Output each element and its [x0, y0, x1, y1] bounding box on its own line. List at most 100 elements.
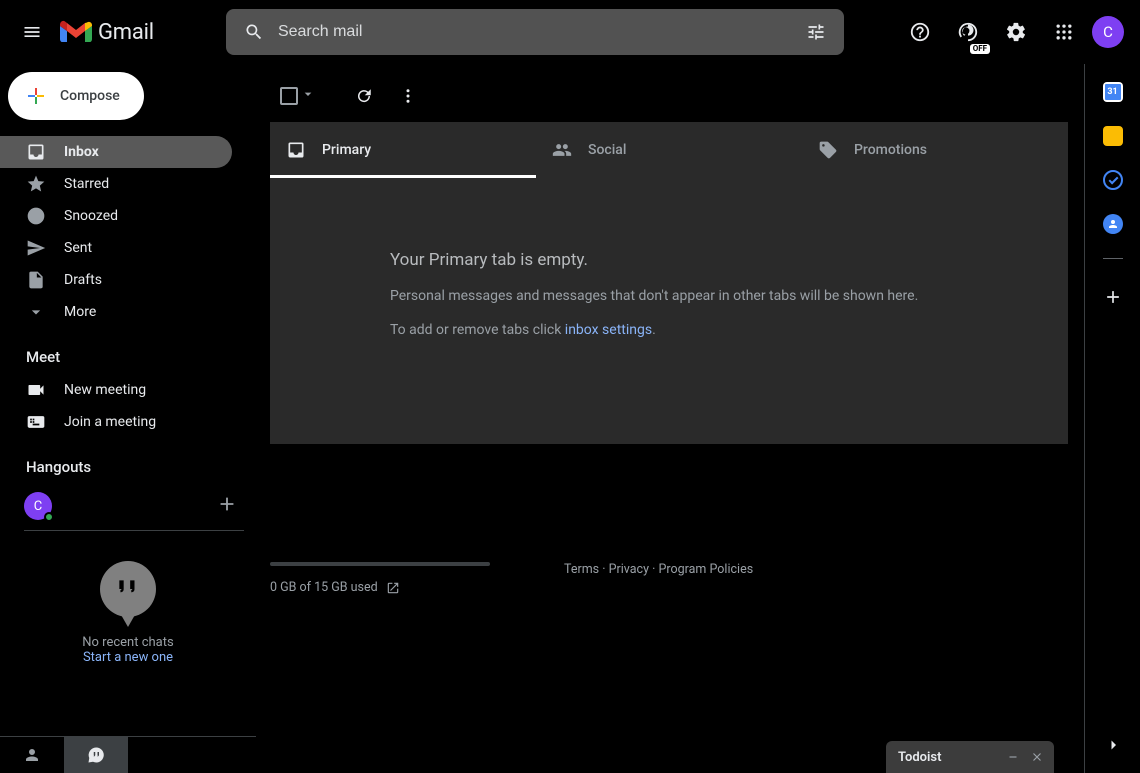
search-bar: [226, 9, 844, 55]
quote-bubble-icon: [87, 746, 105, 764]
settings-button[interactable]: [996, 12, 1036, 52]
tag-icon: [818, 140, 838, 160]
inbox-settings-link[interactable]: inbox settings: [565, 322, 652, 338]
get-addons-button[interactable]: [1099, 283, 1127, 311]
sidebar-bottom-tabs: [0, 736, 256, 773]
minimize-icon: [1006, 750, 1020, 764]
keep-app-button[interactable]: [1103, 126, 1123, 146]
header: Gmail OFF C: [0, 0, 1140, 64]
sidebar-tab-contacts[interactable]: [0, 737, 64, 773]
calendar-day: 31: [1107, 87, 1117, 97]
refresh-button[interactable]: [344, 76, 384, 116]
empty-settings-line: To add or remove tabs click inbox settin…: [390, 322, 1068, 338]
tasks-app-button[interactable]: [1103, 170, 1123, 190]
sidebar-item-snoozed[interactable]: Snoozed: [0, 200, 232, 232]
keyboard-icon: [26, 412, 46, 432]
more-actions-button[interactable]: [388, 76, 428, 116]
meet-label: Join a meeting: [64, 414, 156, 430]
plus-multicolor-icon: [24, 84, 48, 108]
tab-label: Primary: [322, 142, 371, 158]
offline-icon: [957, 21, 979, 43]
support-button[interactable]: [900, 12, 940, 52]
hangouts-empty-state: No recent chats Start a new one: [0, 531, 256, 665]
todoist-minimize-button[interactable]: [1004, 748, 1022, 766]
sidebar-item-inbox[interactable]: Inbox: [0, 136, 232, 168]
sidebar-item-sent[interactable]: Sent: [0, 232, 232, 264]
nav-label: Snoozed: [64, 208, 118, 224]
send-icon: [26, 238, 46, 258]
todoist-title: Todoist: [898, 750, 941, 765]
star-icon: [26, 174, 46, 194]
tab-social[interactable]: Social: [536, 122, 802, 178]
sidebar-item-more[interactable]: More: [0, 296, 232, 328]
inbox-icon: [26, 142, 46, 162]
apps-icon: [1054, 22, 1074, 42]
checkbox-icon: [280, 87, 298, 105]
refresh-icon: [355, 87, 373, 105]
sidebar: Compose Inbox Starred Snoozed Sent Draft…: [0, 64, 256, 773]
empty-description: Personal messages and messages that don'…: [390, 288, 1068, 304]
search-button[interactable]: [234, 12, 274, 52]
sidebar-tab-hangouts[interactable]: [64, 737, 128, 773]
account-avatar[interactable]: C: [1092, 16, 1124, 48]
inbox-tabs: Primary Social Promotions: [270, 122, 1068, 178]
people-icon: [552, 140, 572, 160]
select-all-button[interactable]: [270, 86, 322, 106]
main-menu-button[interactable]: [8, 8, 56, 56]
storage-text: 0 GB of 15 GB used: [270, 580, 378, 595]
nav-label: Drafts: [64, 272, 102, 288]
header-actions: OFF C: [900, 12, 1124, 52]
nav-label: Inbox: [64, 144, 99, 160]
divider: [1103, 258, 1123, 259]
meet-new-meeting[interactable]: New meeting: [0, 374, 256, 406]
hangouts-bubble-icon: [100, 561, 156, 617]
hangouts-header-row: C: [0, 484, 256, 530]
presence-dot: [44, 512, 54, 522]
hangouts-new-chat-button[interactable]: [216, 493, 238, 519]
hangouts-start-link[interactable]: Start a new one: [0, 650, 256, 665]
tune-icon: [806, 22, 826, 42]
footer-links: Terms · Privacy · Program Policies: [564, 562, 753, 577]
gear-icon: [1005, 21, 1027, 43]
search-input[interactable]: [274, 23, 796, 41]
todoist-popup[interactable]: Todoist: [886, 741, 1054, 773]
compose-button[interactable]: Compose: [8, 72, 144, 120]
todoist-close-button[interactable]: [1028, 748, 1046, 766]
off-badge: OFF: [970, 44, 990, 54]
select-caret: [300, 86, 316, 106]
storage-info: 0 GB of 15 GB used: [270, 562, 564, 595]
message-list-empty: Your Primary tab is empty. Personal mess…: [270, 178, 1068, 444]
privacy-link[interactable]: Privacy: [609, 562, 649, 577]
empty-heading: Your Primary tab is empty.: [390, 250, 1068, 270]
hide-sidepanel-button[interactable]: [1097, 729, 1129, 761]
help-icon: [909, 21, 931, 43]
more-vert-icon: [399, 87, 417, 105]
meet-join-meeting[interactable]: Join a meeting: [0, 406, 256, 438]
gmail-m-icon: [60, 20, 92, 44]
contacts-app-button[interactable]: [1103, 214, 1123, 234]
tab-primary[interactable]: Primary: [270, 122, 536, 178]
terms-link[interactable]: Terms: [564, 562, 599, 577]
inbox-icon: [286, 140, 306, 160]
calendar-app-button[interactable]: 31: [1103, 82, 1123, 102]
tab-promotions[interactable]: Promotions: [802, 122, 1068, 178]
offline-status[interactable]: OFF: [948, 12, 988, 52]
sidebar-item-starred[interactable]: Starred: [0, 168, 232, 200]
hamburger-icon: [22, 22, 42, 42]
sidebar-item-drafts[interactable]: Drafts: [0, 264, 232, 296]
gmail-logo[interactable]: Gmail: [60, 20, 154, 45]
search-options-button[interactable]: [796, 12, 836, 52]
main-content: Primary Social Promotions Your Primary t…: [256, 64, 1084, 773]
google-apps-button[interactable]: [1044, 12, 1084, 52]
open-in-new-icon[interactable]: [386, 581, 400, 595]
side-panel: 31: [1084, 64, 1140, 773]
nav-label: More: [64, 304, 96, 320]
meet-label: New meeting: [64, 382, 146, 398]
video-icon: [26, 380, 46, 400]
tab-label: Promotions: [854, 142, 927, 158]
expand-icon: [26, 302, 46, 322]
hangouts-avatar[interactable]: C: [24, 492, 52, 520]
policies-link[interactable]: Program Policies: [658, 562, 753, 577]
draft-icon: [26, 270, 46, 290]
logo-text: Gmail: [98, 20, 154, 45]
